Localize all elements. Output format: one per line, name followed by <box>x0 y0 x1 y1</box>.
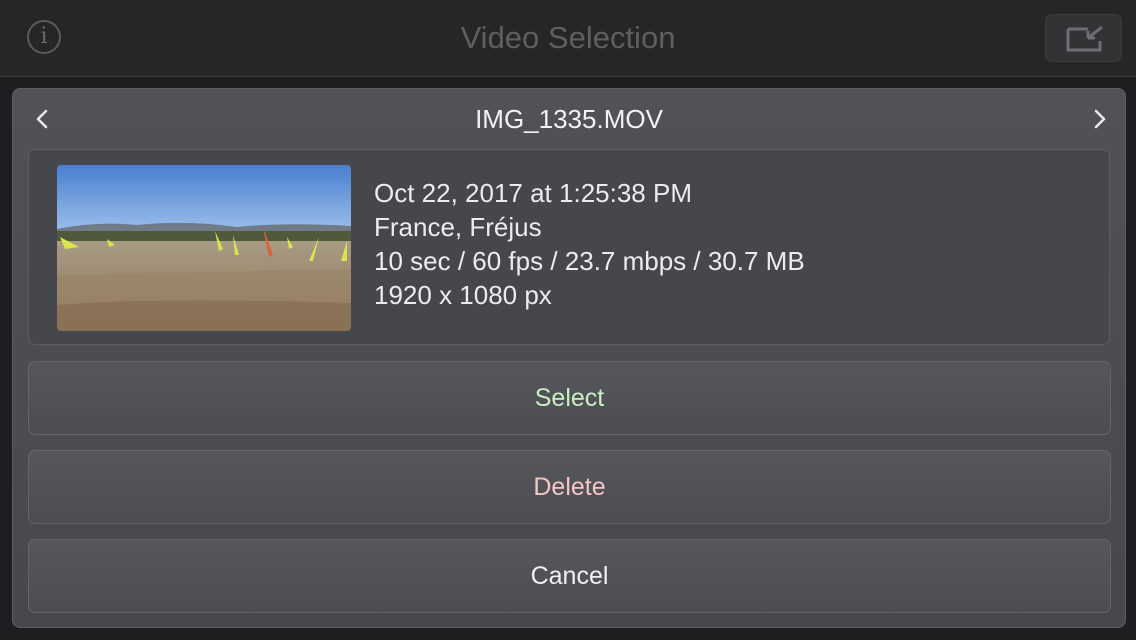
nav-title: Video Selection <box>460 20 676 55</box>
export-icon <box>1066 25 1103 52</box>
video-dialog: IMG_1335.MOV Oct 22, 2017 at 1:25:38 PM … <box>12 88 1126 628</box>
cancel-button[interactable]: Cancel <box>28 539 1111 613</box>
video-resolution: 1920 x 1080 px <box>374 280 552 310</box>
screen: i Video Selection IMG_1335.MOV Oct 22, 2… <box>0 0 1136 640</box>
video-info-panel: Oct 22, 2017 at 1:25:38 PM France, Fréju… <box>28 149 1110 345</box>
video-location: France, Fréjus <box>374 212 542 242</box>
video-date: Oct 22, 2017 at 1:25:38 PM <box>374 178 692 208</box>
export-button[interactable] <box>1045 14 1122 62</box>
select-button[interactable]: Select <box>28 361 1111 435</box>
chevron-right-icon[interactable] <box>1087 107 1111 131</box>
dialog-title: IMG_1335.MOV <box>475 104 663 134</box>
video-stats: 10 sec / 60 fps / 23.7 mbps / 30.7 MB <box>374 246 805 276</box>
delete-button[interactable]: Delete <box>28 450 1111 524</box>
navbar: i Video Selection <box>0 0 1136 77</box>
video-metadata: Oct 22, 2017 at 1:25:38 PM France, Fréju… <box>374 176 805 312</box>
video-thumbnail <box>57 165 351 331</box>
